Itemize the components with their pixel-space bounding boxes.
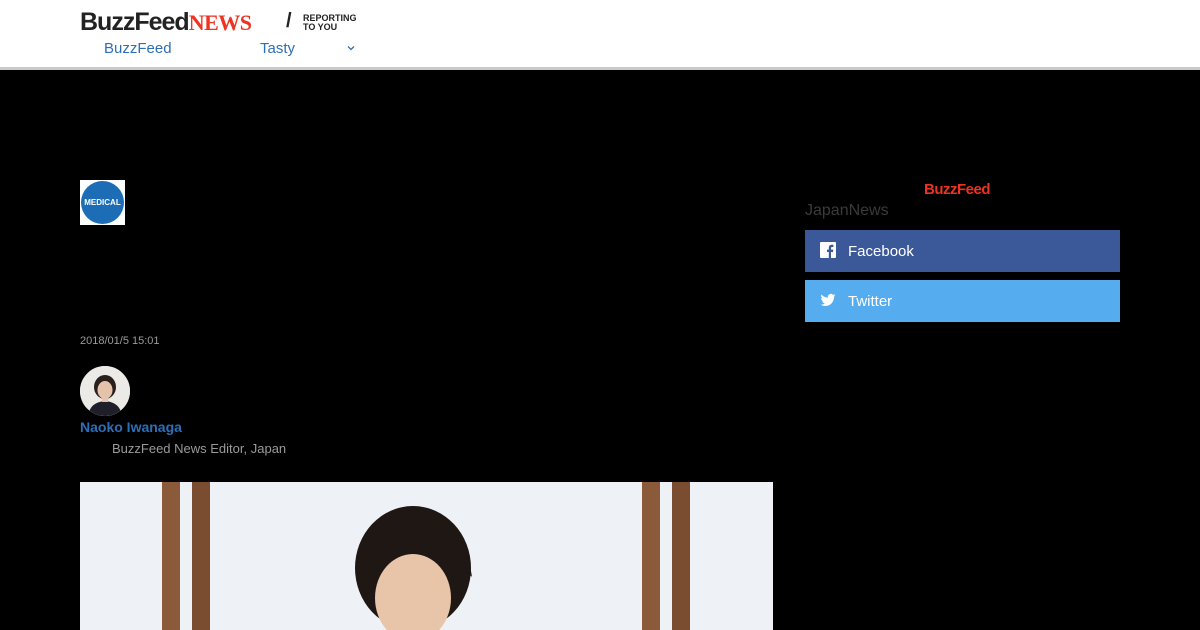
facebook-icon <box>820 242 836 258</box>
tagline: REPORTING TO YOU <box>303 14 357 32</box>
article-hero-image <box>80 482 773 630</box>
category-badge-label: MEDICAL <box>81 181 124 224</box>
logo-news-text: NEWS <box>188 10 252 35</box>
hero-photo <box>80 482 773 630</box>
tagline-line-2: TO YOU <box>303 22 338 32</box>
twitter-icon <box>820 293 836 307</box>
author-name-link[interactable]: Naoko Iwanaga <box>80 419 182 435</box>
chevron-down-icon[interactable] <box>345 42 357 54</box>
logo-buzzfeed-text: BuzzFeed <box>80 8 190 36</box>
avatar[interactable] <box>80 366 130 416</box>
logo-slash: / <box>286 10 292 32</box>
buzzfeed-news-logo[interactable]: BuzzFeed NEWS <box>80 8 252 37</box>
category-badge[interactable]: MEDICAL <box>80 180 125 225</box>
nav-link-tasty[interactable]: Tasty <box>260 40 295 57</box>
facebook-share-button[interactable]: Facebook <box>805 230 1120 272</box>
author-role: BuzzFeed News Editor, Japan <box>112 441 287 456</box>
sidebar-subtitle: JapanNews <box>805 202 889 219</box>
twitter-share-label: Twitter <box>848 292 893 310</box>
author-photo <box>80 366 130 416</box>
facebook-share-label: Facebook <box>848 242 914 260</box>
publish-date: 2018/01/5 15:01 <box>80 335 160 347</box>
twitter-share-button[interactable]: Twitter <box>805 280 1120 322</box>
sidebar-buzzfeed-logo[interactable]: BuzzFeed <box>924 181 991 198</box>
site-header: BuzzFeed NEWS / REPORTING TO YOU BuzzFee… <box>0 0 1200 70</box>
nav-link-buzzfeed[interactable]: BuzzFeed <box>104 40 172 57</box>
